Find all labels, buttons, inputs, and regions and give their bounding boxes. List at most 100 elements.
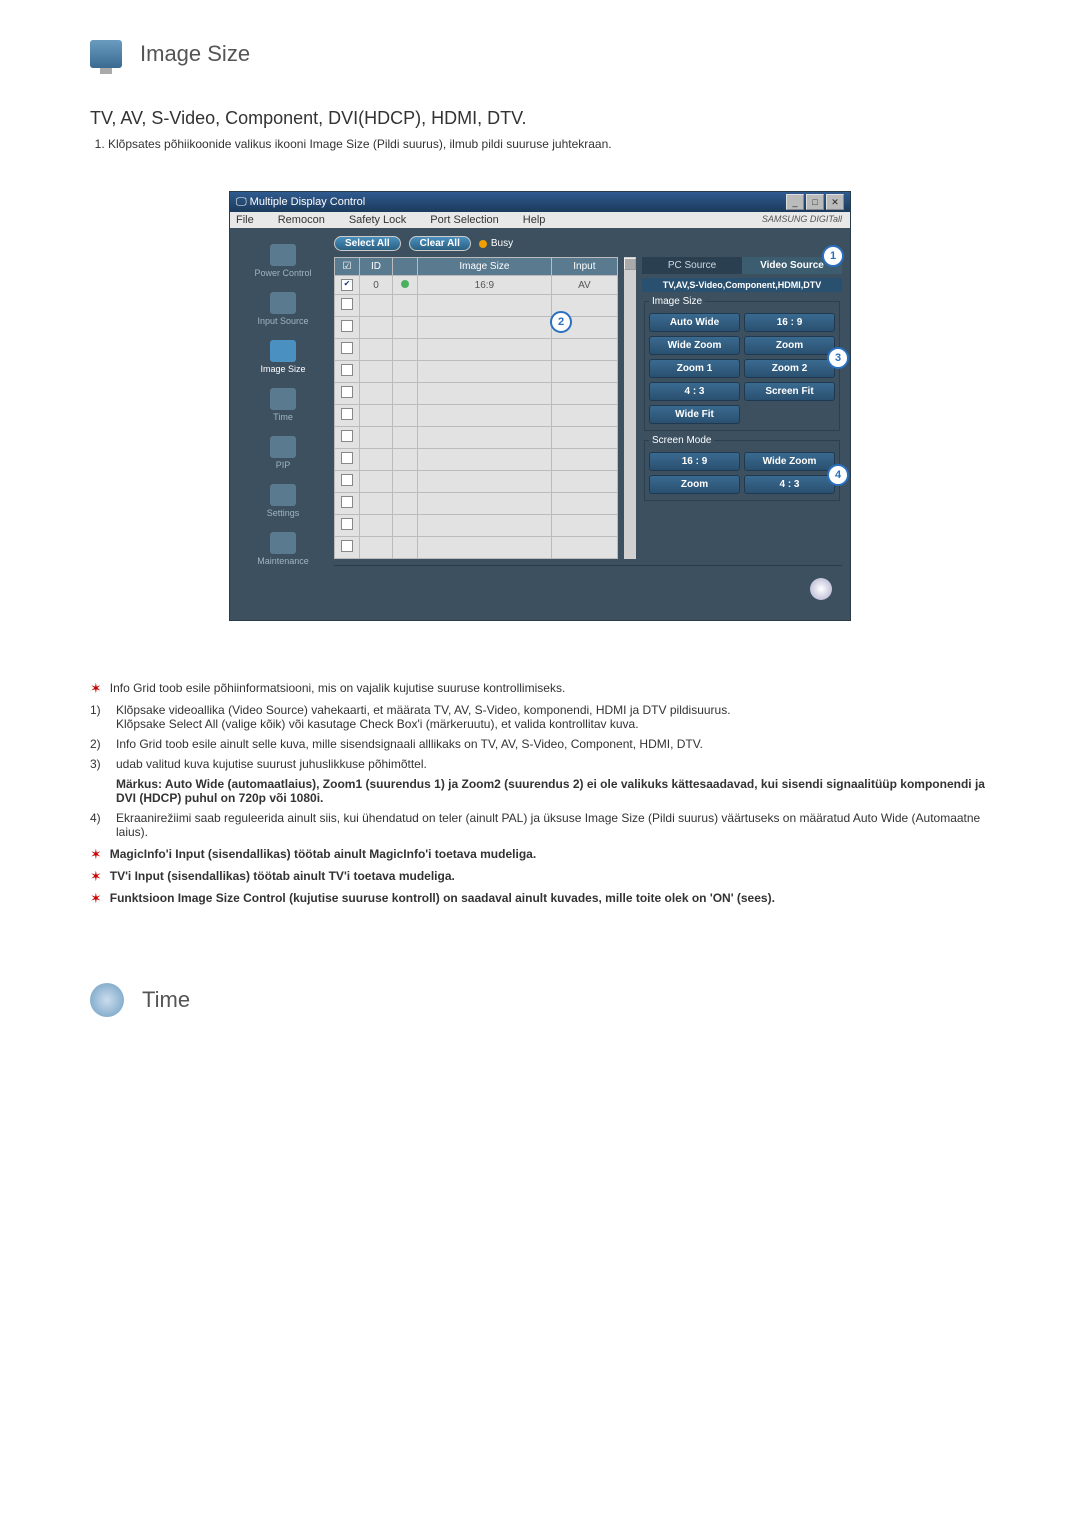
btn-wide-zoom[interactable]: Wide Zoom [649,336,740,355]
row-checkbox[interactable] [341,408,353,420]
btn-zoom-1[interactable]: Zoom 1 [649,359,740,378]
sidebar-item-settings[interactable]: Settings [267,484,300,518]
star-icon: ✶ [90,891,102,905]
mode-subtitle: TV, AV, S-Video, Component, DVI(HDCP), H… [90,108,990,129]
source-tabs: PC Source Video Source [642,257,842,274]
grid-scrollbar[interactable] [624,257,636,559]
row-checkbox[interactable] [341,342,353,354]
power-icon [270,244,296,266]
sidebar-item-pip[interactable]: PIP [270,436,296,470]
input-source-icon [270,292,296,314]
time-section-header: Time [90,983,990,1017]
title-bar: 🖵 Multiple Display Control _ □ ✕ [230,192,850,212]
time-icon [90,983,124,1017]
btn-screen-fit[interactable]: Screen Fit [744,382,835,401]
cell-input: AV [551,276,617,295]
note-num-1: 1) [90,703,108,731]
star-icon: ✶ [90,847,102,861]
pip-icon [270,436,296,458]
btn-4-3[interactable]: 4 : 3 [649,382,740,401]
minimize-button[interactable]: _ [786,194,804,210]
notes-section: ✶ Info Grid toob esile põhiinformatsioon… [90,681,990,905]
screen-mode-pane-title: Screen Mode [649,435,714,446]
col-check[interactable]: ☑ [335,258,360,276]
btn-16-9[interactable]: 16 : 9 [744,313,835,332]
note-1b: Klõpsake Select All (valige kõik) või ka… [116,717,731,731]
time-side-icon [270,388,296,410]
btn-zoom-2[interactable]: Zoom 2 [744,359,835,378]
sidebar-label: Power Control [254,268,311,278]
sidebar-label: Maintenance [257,556,309,566]
sidebar-label: Time [270,412,296,422]
menu-bar: File Remocon Safety Lock Port Selection … [230,212,850,228]
sidebar-item-time[interactable]: Time [270,388,296,422]
menu-port-selection[interactable]: Port Selection [430,214,498,226]
menu-remocon[interactable]: Remocon [278,214,325,226]
scroll-up-icon[interactable] [624,258,636,270]
col-status [393,258,418,276]
btn-sm-16-9[interactable]: 16 : 9 [649,452,740,471]
star-icon: ✶ [90,869,102,883]
row-checkbox[interactable] [341,279,353,291]
btn-wide-fit[interactable]: Wide Fit [649,405,740,424]
btn-sm-zoom[interactable]: Zoom [649,475,740,494]
status-bar [334,565,842,612]
sidebar-label: Settings [267,508,300,518]
select-all-button[interactable]: Select All [334,236,401,251]
row-checkbox[interactable] [341,430,353,442]
sidebar-label: Image Size [260,364,305,374]
sidebar: Power Control Input Source Image Size Ti… [238,236,328,612]
note-num-2: 2) [90,737,108,751]
sidebar-item-maintenance[interactable]: Maintenance [257,532,309,566]
sidebar-label: Input Source [257,316,308,326]
btn-sm-4-3[interactable]: 4 : 3 [744,475,835,494]
right-panel: 1 PC Source Video Source TV,AV,S-Video,C… [642,257,842,559]
maximize-button[interactable]: □ [806,194,824,210]
btn-zoom[interactable]: Zoom [744,336,835,355]
menu-help[interactable]: Help [523,214,546,226]
note-num-3: 3) [90,757,108,771]
sidebar-label: PIP [270,460,296,470]
menu-file[interactable]: File [236,214,254,226]
col-input: Input [551,258,617,276]
btn-auto-wide[interactable]: Auto Wide [649,313,740,332]
settings-icon [270,484,296,506]
note-1a: Klõpsake videoallika (Video Source) vahe… [116,703,731,717]
row-checkbox[interactable] [341,496,353,508]
image-size-section-header: Image Size [90,40,990,68]
sidebar-item-input-source[interactable]: Input Source [257,292,308,326]
col-image-size: Image Size [418,258,552,276]
sidebar-item-power-control[interactable]: Power Control [254,244,311,278]
row-checkbox[interactable] [341,320,353,332]
row-checkbox[interactable] [341,540,353,552]
brand-label: SAMSUNG DIGITall [762,214,842,224]
badge-1: 1 [822,245,844,267]
sidebar-item-image-size[interactable]: Image Size [260,340,305,374]
image-size-title: Image Size [140,41,250,67]
star-icon: ✶ [90,681,102,695]
btn-sm-wide-zoom[interactable]: Wide Zoom [744,452,835,471]
time-title: Time [142,987,190,1013]
note-num-4: 4) [90,811,108,839]
tab-pc-source[interactable]: PC Source [642,257,742,274]
row-checkbox[interactable] [341,386,353,398]
row-checkbox[interactable] [341,452,353,464]
row-checkbox[interactable] [341,474,353,486]
row-checkbox[interactable] [341,298,353,310]
note-star-4: Funktsioon Image Size Control (kujutise … [110,891,775,905]
badge-3: 3 [827,347,849,369]
clear-all-button[interactable]: Clear All [409,236,471,251]
intro-item-1: Klõpsates põhiikoonide valikus ikooni Im… [108,137,990,151]
row-checkbox[interactable] [341,364,353,376]
image-size-pane-title: Image Size [649,296,705,307]
row-checkbox[interactable] [341,518,353,530]
close-button[interactable]: ✕ [826,194,844,210]
main-panel: Select All Clear All Busy ☑ ID Image Siz… [334,236,842,612]
busy-dot-icon [479,240,487,248]
screen-mode-pane: Screen Mode 16 : 9 Wide Zoom Zoom 4 : 3 … [644,435,840,501]
table-row[interactable]: 0 16:9 AV [335,276,618,295]
source-band: TV,AV,S-Video,Component,HDMI,DTV [642,278,842,292]
menu-safety-lock[interactable]: Safety Lock [349,214,406,226]
image-size-side-icon [270,340,296,362]
note-3: udab valitud kuva kujutise suurust juhus… [116,757,427,771]
